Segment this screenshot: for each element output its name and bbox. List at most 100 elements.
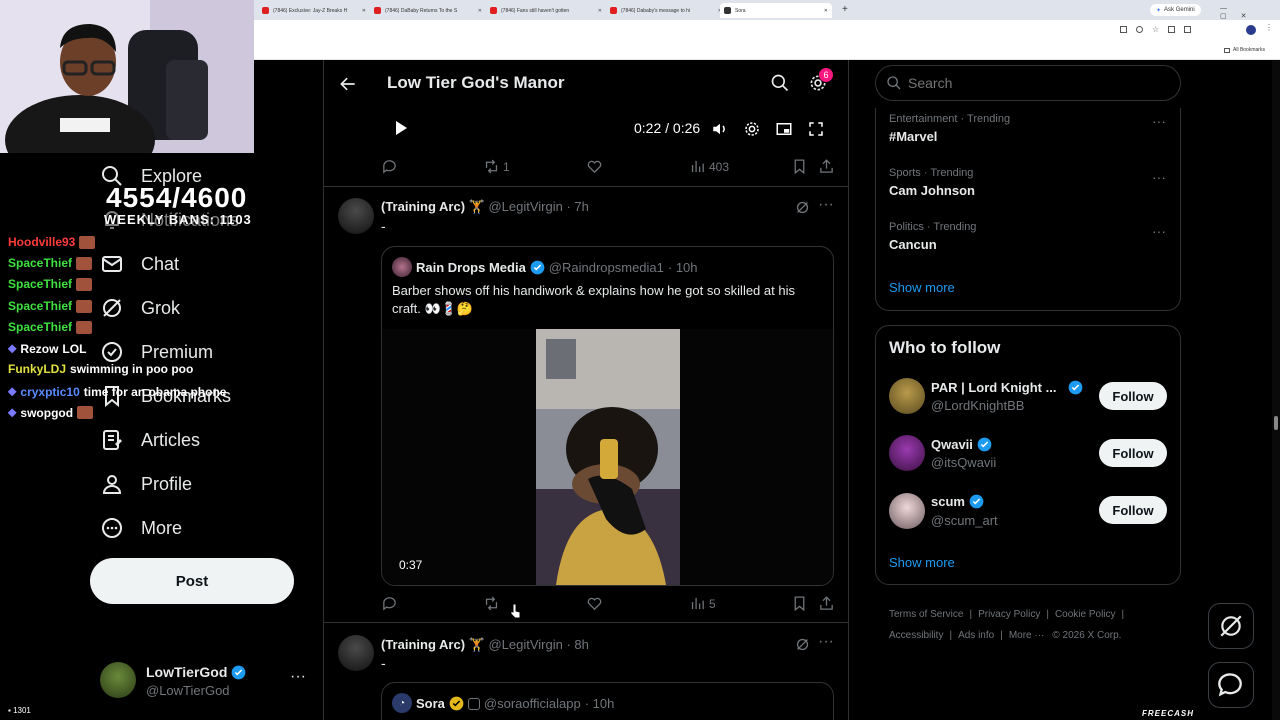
views-icon[interactable] bbox=[689, 158, 706, 175]
retweet-icon[interactable] bbox=[483, 595, 500, 612]
messages-float-button[interactable] bbox=[1208, 662, 1254, 708]
avatar[interactable] bbox=[338, 198, 374, 234]
more-options-icon[interactable]: ··· bbox=[1152, 113, 1166, 129]
search-box[interactable] bbox=[875, 65, 1181, 101]
avatar[interactable] bbox=[889, 378, 925, 414]
follow-button[interactable]: Follow bbox=[1099, 496, 1167, 524]
follow-handle: @itsQwavii bbox=[931, 455, 997, 470]
quoted-post-header: Rain Drops Media @Raindropsmedia1 · 10h bbox=[416, 260, 698, 275]
grok-icon bbox=[103, 299, 121, 317]
bookmark-icon[interactable] bbox=[791, 595, 808, 612]
nav-grok[interactable]: Grok bbox=[100, 292, 180, 324]
quoted-post[interactable]: ◔ Sora @soraofficialapp · 10h bbox=[381, 682, 834, 720]
zoom-icon[interactable] bbox=[1136, 26, 1143, 33]
reply-icon[interactable] bbox=[381, 595, 398, 612]
grok-icon[interactable] bbox=[794, 636, 811, 653]
freecash-watermark: FREECASH bbox=[1142, 709, 1195, 718]
quoted-post[interactable]: Rain Drops Media @Raindropsmedia1 · 10h … bbox=[381, 246, 834, 586]
close-tab-icon[interactable]: ✕ bbox=[478, 8, 482, 14]
reply-icon[interactable] bbox=[381, 158, 398, 175]
browser-tab[interactable]: (7846) Dababy's message to hi✕ bbox=[606, 3, 726, 18]
more-options-icon[interactable]: ··· bbox=[1152, 169, 1166, 185]
trend-item[interactable]: Sports · Trending Cam Johnson bbox=[889, 167, 975, 198]
browser-tab[interactable]: (7846) DaBaby Returns To the S ✕ bbox=[370, 3, 486, 18]
nav-explore[interactable]: Explore bbox=[100, 160, 202, 192]
browser-menu-icon[interactable]: ⋮ bbox=[1265, 23, 1273, 32]
avatar[interactable] bbox=[889, 493, 925, 529]
emote-icon bbox=[76, 320, 93, 334]
nav-profile[interactable]: Profile bbox=[100, 468, 192, 500]
address-bar[interactable]: ☆ ⋮ bbox=[254, 20, 1280, 42]
quoted-video[interactable]: 0:37 bbox=[382, 329, 833, 585]
extensions-icon[interactable] bbox=[1168, 26, 1176, 33]
youtube-icon bbox=[262, 7, 269, 14]
close-tab-icon[interactable]: ✕ bbox=[598, 8, 602, 14]
emote-icon bbox=[76, 277, 93, 291]
nav-more[interactable]: More bbox=[100, 512, 182, 544]
avatar[interactable] bbox=[1246, 25, 1256, 35]
ask-gemini-button[interactable]: ✦ Ask Gemini bbox=[1150, 4, 1201, 16]
nav-notifications[interactable]: Notifications bbox=[100, 204, 239, 236]
timeline-header: Low Tier God's Manor 6 bbox=[324, 60, 848, 106]
follow-button[interactable]: Follow bbox=[1099, 439, 1167, 467]
account-switcher[interactable]: LowTierGod @LowTierGod ··· bbox=[100, 660, 310, 700]
emote-icon bbox=[77, 406, 94, 419]
bookmark-icon[interactable] bbox=[791, 158, 808, 175]
star-icon[interactable]: ☆ bbox=[1152, 26, 1159, 36]
close-tab-icon[interactable]: ✕ bbox=[824, 8, 828, 14]
badge-icon: ⬥ bbox=[8, 405, 17, 419]
gear-icon[interactable] bbox=[743, 120, 761, 138]
nav-chat[interactable]: Chat bbox=[100, 248, 179, 280]
avatar[interactable] bbox=[338, 635, 374, 671]
more-options-icon[interactable]: ··· bbox=[1152, 223, 1166, 239]
close-tab-icon[interactable]: ✕ bbox=[362, 8, 366, 14]
grok-icon[interactable] bbox=[794, 199, 811, 216]
follow-name[interactable]: scum bbox=[931, 494, 984, 509]
all-bookmarks[interactable]: All Bookmarks bbox=[1224, 47, 1265, 53]
play-icon[interactable] bbox=[393, 120, 409, 136]
more-options-icon[interactable]: ··· bbox=[818, 196, 834, 214]
volume-icon[interactable] bbox=[711, 120, 729, 138]
browser-tab[interactable]: (7846) Fans still haven't gotten ✕ bbox=[486, 3, 606, 18]
nav-articles[interactable]: Articles bbox=[100, 424, 200, 456]
post-button[interactable]: Post bbox=[90, 558, 294, 604]
window-controls[interactable]: —▢✕ bbox=[1220, 5, 1280, 20]
trend-item[interactable]: Entertainment · Trending #Marvel bbox=[889, 113, 1010, 144]
verified-badge-icon bbox=[977, 437, 992, 452]
browser-tab[interactable]: (7846) Exclusive: Jay-Z Breaks H ✕ bbox=[258, 3, 370, 18]
more-options-icon[interactable]: ··· bbox=[818, 633, 834, 651]
follow-name[interactable]: PAR | Lord Knight ... bbox=[931, 380, 1083, 395]
chat-message: SpaceThief bbox=[8, 320, 93, 334]
share-icon[interactable] bbox=[818, 595, 835, 612]
follow-button[interactable]: Follow bbox=[1099, 382, 1167, 410]
trend-item[interactable]: Politics · Trending Cancun bbox=[889, 221, 976, 252]
affiliate-badge-icon bbox=[467, 697, 480, 710]
search-icon bbox=[102, 166, 122, 186]
share-icon[interactable] bbox=[818, 158, 835, 175]
search-icon[interactable] bbox=[770, 73, 790, 93]
show-more-link[interactable]: Show more bbox=[889, 280, 955, 295]
grok-float-button[interactable] bbox=[1208, 603, 1254, 649]
ellipsis-icon[interactable]: ··· bbox=[290, 668, 306, 686]
picture-in-picture-icon[interactable] bbox=[775, 120, 793, 138]
retweet-icon[interactable] bbox=[483, 158, 500, 175]
new-tab-button[interactable]: + bbox=[842, 4, 848, 15]
scrollbar[interactable] bbox=[1272, 60, 1280, 720]
views-icon[interactable] bbox=[689, 595, 706, 612]
follow-name[interactable]: Qwavii bbox=[931, 437, 992, 452]
downloads-icon[interactable] bbox=[1184, 26, 1192, 33]
fullscreen-icon[interactable] bbox=[807, 120, 825, 138]
follow-handle: @LordKnightBB bbox=[931, 398, 1025, 413]
avatar[interactable] bbox=[889, 435, 925, 471]
back-arrow-icon[interactable] bbox=[338, 74, 358, 94]
heart-icon[interactable] bbox=[586, 158, 603, 175]
scrollbar-thumb[interactable] bbox=[1274, 416, 1278, 430]
install-icon[interactable] bbox=[1120, 26, 1127, 33]
mouse-cursor-icon bbox=[510, 603, 521, 619]
heart-icon[interactable] bbox=[586, 595, 603, 612]
browser-tab-active[interactable]: Sora ✕ bbox=[720, 3, 832, 18]
chat-message: ⬥ swopgod bbox=[8, 405, 94, 420]
show-more-link[interactable]: Show more bbox=[889, 555, 955, 570]
page-title: Low Tier God's Manor bbox=[387, 73, 565, 92]
search-input[interactable] bbox=[908, 75, 1158, 91]
